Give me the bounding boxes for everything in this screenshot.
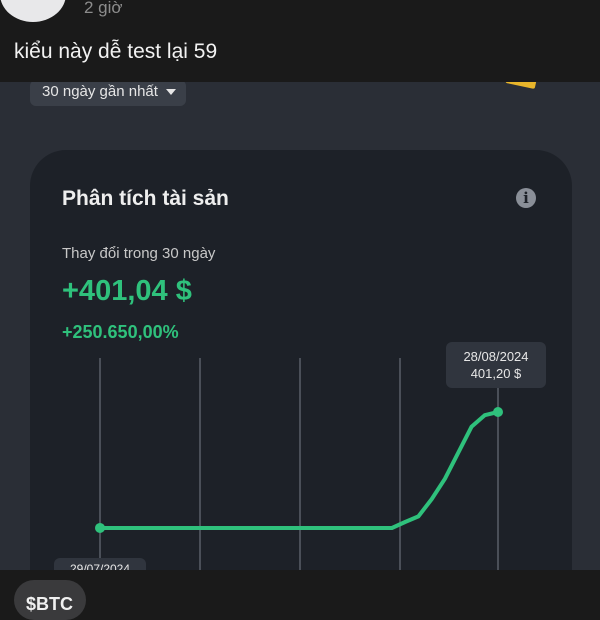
chart-series-line [98,410,500,530]
tooltip-value: 401,20 $ [470,366,522,381]
chart-end-point[interactable] [493,407,503,417]
chart-tooltip: 28/08/2024 401,20 $ [446,342,546,388]
yellow-accent [505,82,537,90]
asset-analysis-card: Phân tích tài sản i Thay đổi trong 30 ng… [30,150,572,570]
range-select[interactable]: 30 ngày gần nhất [30,82,186,106]
post-header: 2 giờ kiểu này dễ test lại 59 [0,0,600,82]
avatar[interactable] [0,0,66,22]
chart-start-point [95,522,105,533]
post-footer: $BTC [0,570,600,620]
chevron-down-icon [165,89,176,95]
post-caption: kiểu này dễ test lại 59 [14,40,218,63]
range-select-label: 30 ngày gần nhất [42,83,158,100]
ticker-chip[interactable]: $BTC [14,580,86,620]
post-image[interactable]: 30 ngày gần nhất Phân tích tài sản i Tha… [0,82,600,570]
chart-grid [99,358,499,570]
post-time: 2 giờ [84,0,123,17]
tooltip-date: 28/08/2024 [463,349,529,364]
chart-start-date: 29/07/2024 [54,558,146,570]
